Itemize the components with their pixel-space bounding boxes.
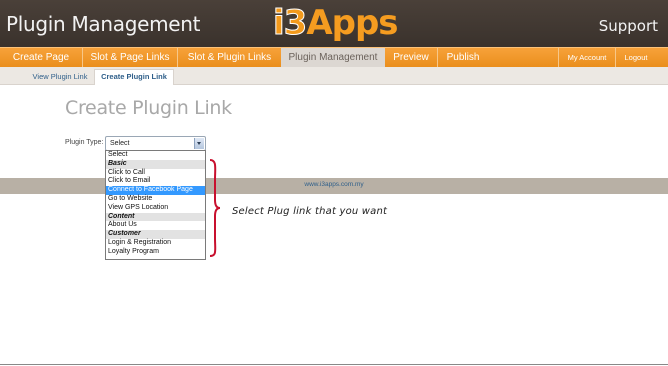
logo-mark: i3 — [272, 3, 307, 44]
nav-preview[interactable]: Preview — [386, 48, 436, 68]
app-header: Plugin Management i3Apps Support — [0, 0, 668, 47]
sub-nav: View Plugin Link Create Plugin Link — [0, 67, 668, 85]
logo-text: Apps — [306, 3, 398, 43]
nav-slot-plugin-links[interactable]: Slot & Plugin Links — [177, 48, 281, 68]
main-nav: Create Page Slot & Page Links Slot & Plu… — [0, 47, 668, 68]
dropdown-option[interactable]: View GPS Location — [106, 204, 205, 213]
nav-create-page[interactable]: Create Page — [0, 48, 82, 68]
nav-my-account[interactable]: My Account — [558, 48, 615, 68]
plugin-type-select[interactable]: Select — [105, 136, 206, 151]
divider — [0, 364, 668, 365]
plugin-type-label: Plugin Type: — [65, 139, 104, 146]
dropdown-group-label: Basic — [106, 159, 205, 169]
annotation-brace — [209, 159, 221, 257]
nav-publish[interactable]: Publish — [437, 48, 488, 68]
dropdown-option[interactable]: Click to Email — [106, 177, 205, 186]
dropdown-option[interactable]: About Us — [106, 221, 205, 230]
page-title: Create Plugin Link — [65, 97, 232, 119]
nav-logout[interactable]: Logout — [615, 48, 656, 68]
dropdown-option-highlighted[interactable]: Connect to Facebook Page — [106, 186, 205, 195]
i3apps-logo: i3Apps — [272, 2, 398, 44]
plugin-type-dropdown[interactable]: Select Basic Click to Call Click to Emai… — [105, 150, 206, 260]
footer-url[interactable]: www.i3apps.com.my — [0, 181, 668, 188]
footer-band: www.i3apps.com.my — [0, 178, 668, 194]
chevron-down-icon[interactable] — [194, 138, 204, 149]
support-link[interactable]: Support — [599, 17, 658, 35]
dropdown-group-label: Content — [106, 212, 205, 222]
dropdown-option[interactable]: Login & Registration — [106, 239, 205, 248]
nav-plugin-management[interactable]: Plugin Management — [281, 48, 385, 68]
nav-slot-page-links[interactable]: Slot & Page Links — [82, 48, 177, 68]
dropdown-option[interactable]: Loyalty Program — [106, 248, 205, 257]
dropdown-option[interactable]: Click to Call — [106, 169, 205, 178]
annotation-note: Select Plug link that you want — [232, 206, 388, 217]
tab-view-plugin-link[interactable]: View Plugin Link — [28, 70, 92, 84]
app-title: Plugin Management — [6, 12, 201, 36]
dropdown-option[interactable]: Go to Website — [106, 195, 205, 204]
dropdown-option[interactable]: Select — [106, 151, 205, 160]
plugin-type-value: Select — [110, 140, 130, 147]
tab-create-plugin-link[interactable]: Create Plugin Link — [94, 69, 174, 85]
dropdown-group-label: Customer — [106, 230, 205, 239]
